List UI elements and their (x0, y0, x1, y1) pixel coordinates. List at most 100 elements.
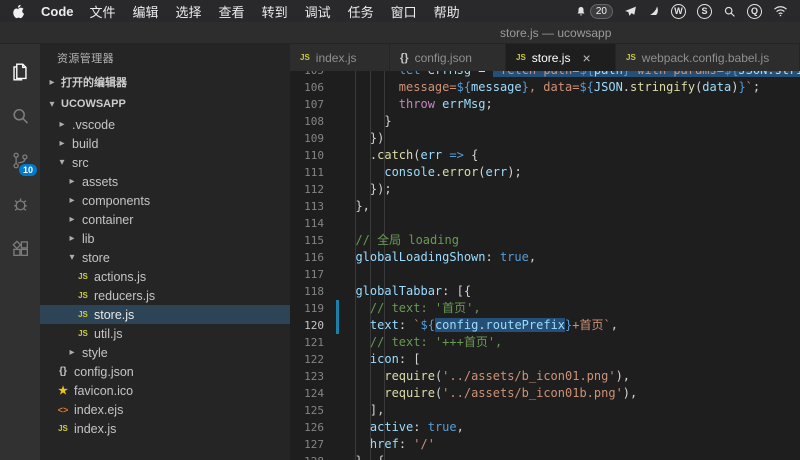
tab-config.json[interactable]: {} config.json (390, 44, 506, 71)
code-line-113[interactable]: 113 }, (290, 198, 800, 215)
tree-item-actions.js[interactable]: JS actions.js (40, 267, 290, 286)
tree-item-config.json[interactable]: {} config.json (40, 362, 290, 381)
skype-icon[interactable]: S (697, 3, 712, 19)
line-number[interactable]: 111 (290, 164, 324, 181)
code-area[interactable]: 105 let errMsg = `fetch path=${path} wit… (290, 71, 800, 460)
code-line-118[interactable]: 118 globalTabbar: [{ (290, 283, 800, 300)
line-number[interactable]: 116 (290, 249, 324, 266)
tab-index.js[interactable]: JS index.js (290, 44, 390, 71)
notification-bell-icon[interactable]: 20 (575, 3, 613, 19)
code-line-111[interactable]: 111 console.error(err); (290, 164, 800, 181)
tree-item-src[interactable]: ▾ src (40, 153, 290, 172)
root-folder-header[interactable]: ▾ UCOWSAPP (40, 93, 290, 115)
line-number[interactable]: 127 (290, 436, 324, 453)
spotlight-icon[interactable] (723, 5, 736, 18)
tree-item-store[interactable]: ▾ store (40, 248, 290, 267)
line-number[interactable]: 115 (290, 232, 324, 249)
open-editors-header[interactable]: ▸ 打开的编辑器 (40, 71, 290, 93)
line-number[interactable]: 107 (290, 96, 324, 113)
telegram-icon[interactable] (624, 5, 637, 18)
line-number[interactable]: 128 (290, 453, 324, 460)
tab-webpack.config.babel.js[interactable]: JS webpack.config.babel.js (616, 44, 800, 71)
activity-explorer-icon[interactable] (0, 50, 40, 94)
line-number[interactable]: 125 (290, 402, 324, 419)
tree-item-index.ejs[interactable]: <> index.ejs (40, 400, 290, 419)
code-line-114[interactable]: 114 (290, 215, 800, 232)
activity-source-control-icon[interactable]: 10 (0, 138, 40, 182)
close-icon[interactable]: × (582, 51, 590, 65)
code-line-120[interactable]: 120 text: `${config.routePrefix}+首页`, (290, 317, 800, 334)
line-number[interactable]: 105 (290, 71, 324, 79)
tree-item-favicon.ico[interactable]: ★ favicon.ico (40, 381, 290, 400)
code-line-121[interactable]: 121 // text: '+++首页', (290, 334, 800, 351)
line-number[interactable]: 124 (290, 385, 324, 402)
swift-icon[interactable] (648, 5, 660, 17)
qq-icon[interactable]: Q (747, 3, 762, 19)
code-line-106[interactable]: 106 message=${message}, data=${JSON.stri… (290, 79, 800, 96)
tree-item-style[interactable]: ▸ style (40, 343, 290, 362)
menu-item-9[interactable]: 帮助 (434, 2, 460, 21)
tree-item-components[interactable]: ▸ components (40, 191, 290, 210)
code-line-119[interactable]: 119 // text: '首页', (290, 300, 800, 317)
menu-item-1[interactable]: 文件 (90, 2, 116, 21)
code-line-112[interactable]: 112 }); (290, 181, 800, 198)
code-line-128[interactable]: 128 }, { (290, 453, 800, 460)
line-number[interactable]: 113 (290, 198, 324, 215)
menu-item-4[interactable]: 查看 (219, 2, 245, 21)
line-number[interactable]: 117 (290, 266, 324, 283)
code-line-116[interactable]: 116 globalLoadingShown: true, (290, 249, 800, 266)
code-line-105[interactable]: 105 let errMsg = `fetch path=${path} wit… (290, 71, 800, 79)
wikipedia-icon[interactable]: W (671, 3, 686, 19)
code-line-125[interactable]: 125 ], (290, 402, 800, 419)
line-number[interactable]: 106 (290, 79, 324, 96)
menu-item-3[interactable]: 选择 (176, 2, 202, 21)
line-number[interactable]: 119 (290, 300, 324, 317)
tree-item-index.js[interactable]: JS index.js (40, 419, 290, 438)
menu-item-2[interactable]: 编辑 (133, 2, 159, 21)
line-number[interactable]: 122 (290, 351, 324, 368)
line-number[interactable]: 108 (290, 113, 324, 130)
line-number[interactable]: 112 (290, 181, 324, 198)
activity-debug-icon[interactable] (0, 182, 40, 226)
code-line-122[interactable]: 122 icon: [ (290, 351, 800, 368)
tree-item-label: util.js (94, 326, 123, 341)
menu-item-7[interactable]: 任务 (348, 2, 374, 21)
tree-item-assets[interactable]: ▸ assets (40, 172, 290, 191)
code-line-110[interactable]: 110 .catch(err => { (290, 147, 800, 164)
app-menu[interactable]: Code (41, 4, 74, 19)
code-line-127[interactable]: 127 href: '/' (290, 436, 800, 453)
wifi-icon[interactable] (773, 5, 788, 17)
activity-extensions-icon[interactable] (0, 226, 40, 270)
tree-item-container[interactable]: ▸ container (40, 210, 290, 229)
code-line-117[interactable]: 117 (290, 266, 800, 283)
tab-store.js[interactable]: JS store.js × (506, 44, 616, 71)
menu-item-8[interactable]: 窗口 (391, 2, 417, 21)
code-line-126[interactable]: 126 active: true, (290, 419, 800, 436)
line-number[interactable]: 110 (290, 147, 324, 164)
code-line-123[interactable]: 123 require('../assets/b_icon01.png'), (290, 368, 800, 385)
line-number[interactable]: 121 (290, 334, 324, 351)
code-line-115[interactable]: 115 // 全局 loading (290, 232, 800, 249)
tree-item-build[interactable]: ▸ build (40, 134, 290, 153)
line-number[interactable]: 114 (290, 215, 324, 232)
code-line-107[interactable]: 107 throw errMsg; (290, 96, 800, 113)
menu-item-6[interactable]: 调试 (305, 2, 331, 21)
line-number[interactable]: 118 (290, 283, 324, 300)
line-number[interactable]: 120 (290, 317, 324, 334)
tree-item-lib[interactable]: ▸ lib (40, 229, 290, 248)
tree-item-reducers.js[interactable]: JS reducers.js (40, 286, 290, 305)
tree-item-store.js[interactable]: JS store.js (40, 305, 290, 324)
code-line-124[interactable]: 124 require('../assets/b_icon01b.png'), (290, 385, 800, 402)
menu-item-5[interactable]: 转到 (262, 2, 288, 21)
tree-item-util.js[interactable]: JS util.js (40, 324, 290, 343)
tree-item-.vscode[interactable]: ▸ .vscode (40, 115, 290, 134)
activity-search-icon[interactable] (0, 94, 40, 138)
line-number[interactable]: 123 (290, 368, 324, 385)
activity-bar: 10 (0, 44, 40, 460)
code-line-109[interactable]: 109 }) (290, 130, 800, 147)
line-number[interactable]: 126 (290, 419, 324, 436)
apple-menu-icon[interactable] (12, 4, 25, 19)
line-number[interactable]: 109 (290, 130, 324, 147)
tree-item-label: build (72, 136, 99, 151)
code-line-108[interactable]: 108 } (290, 113, 800, 130)
